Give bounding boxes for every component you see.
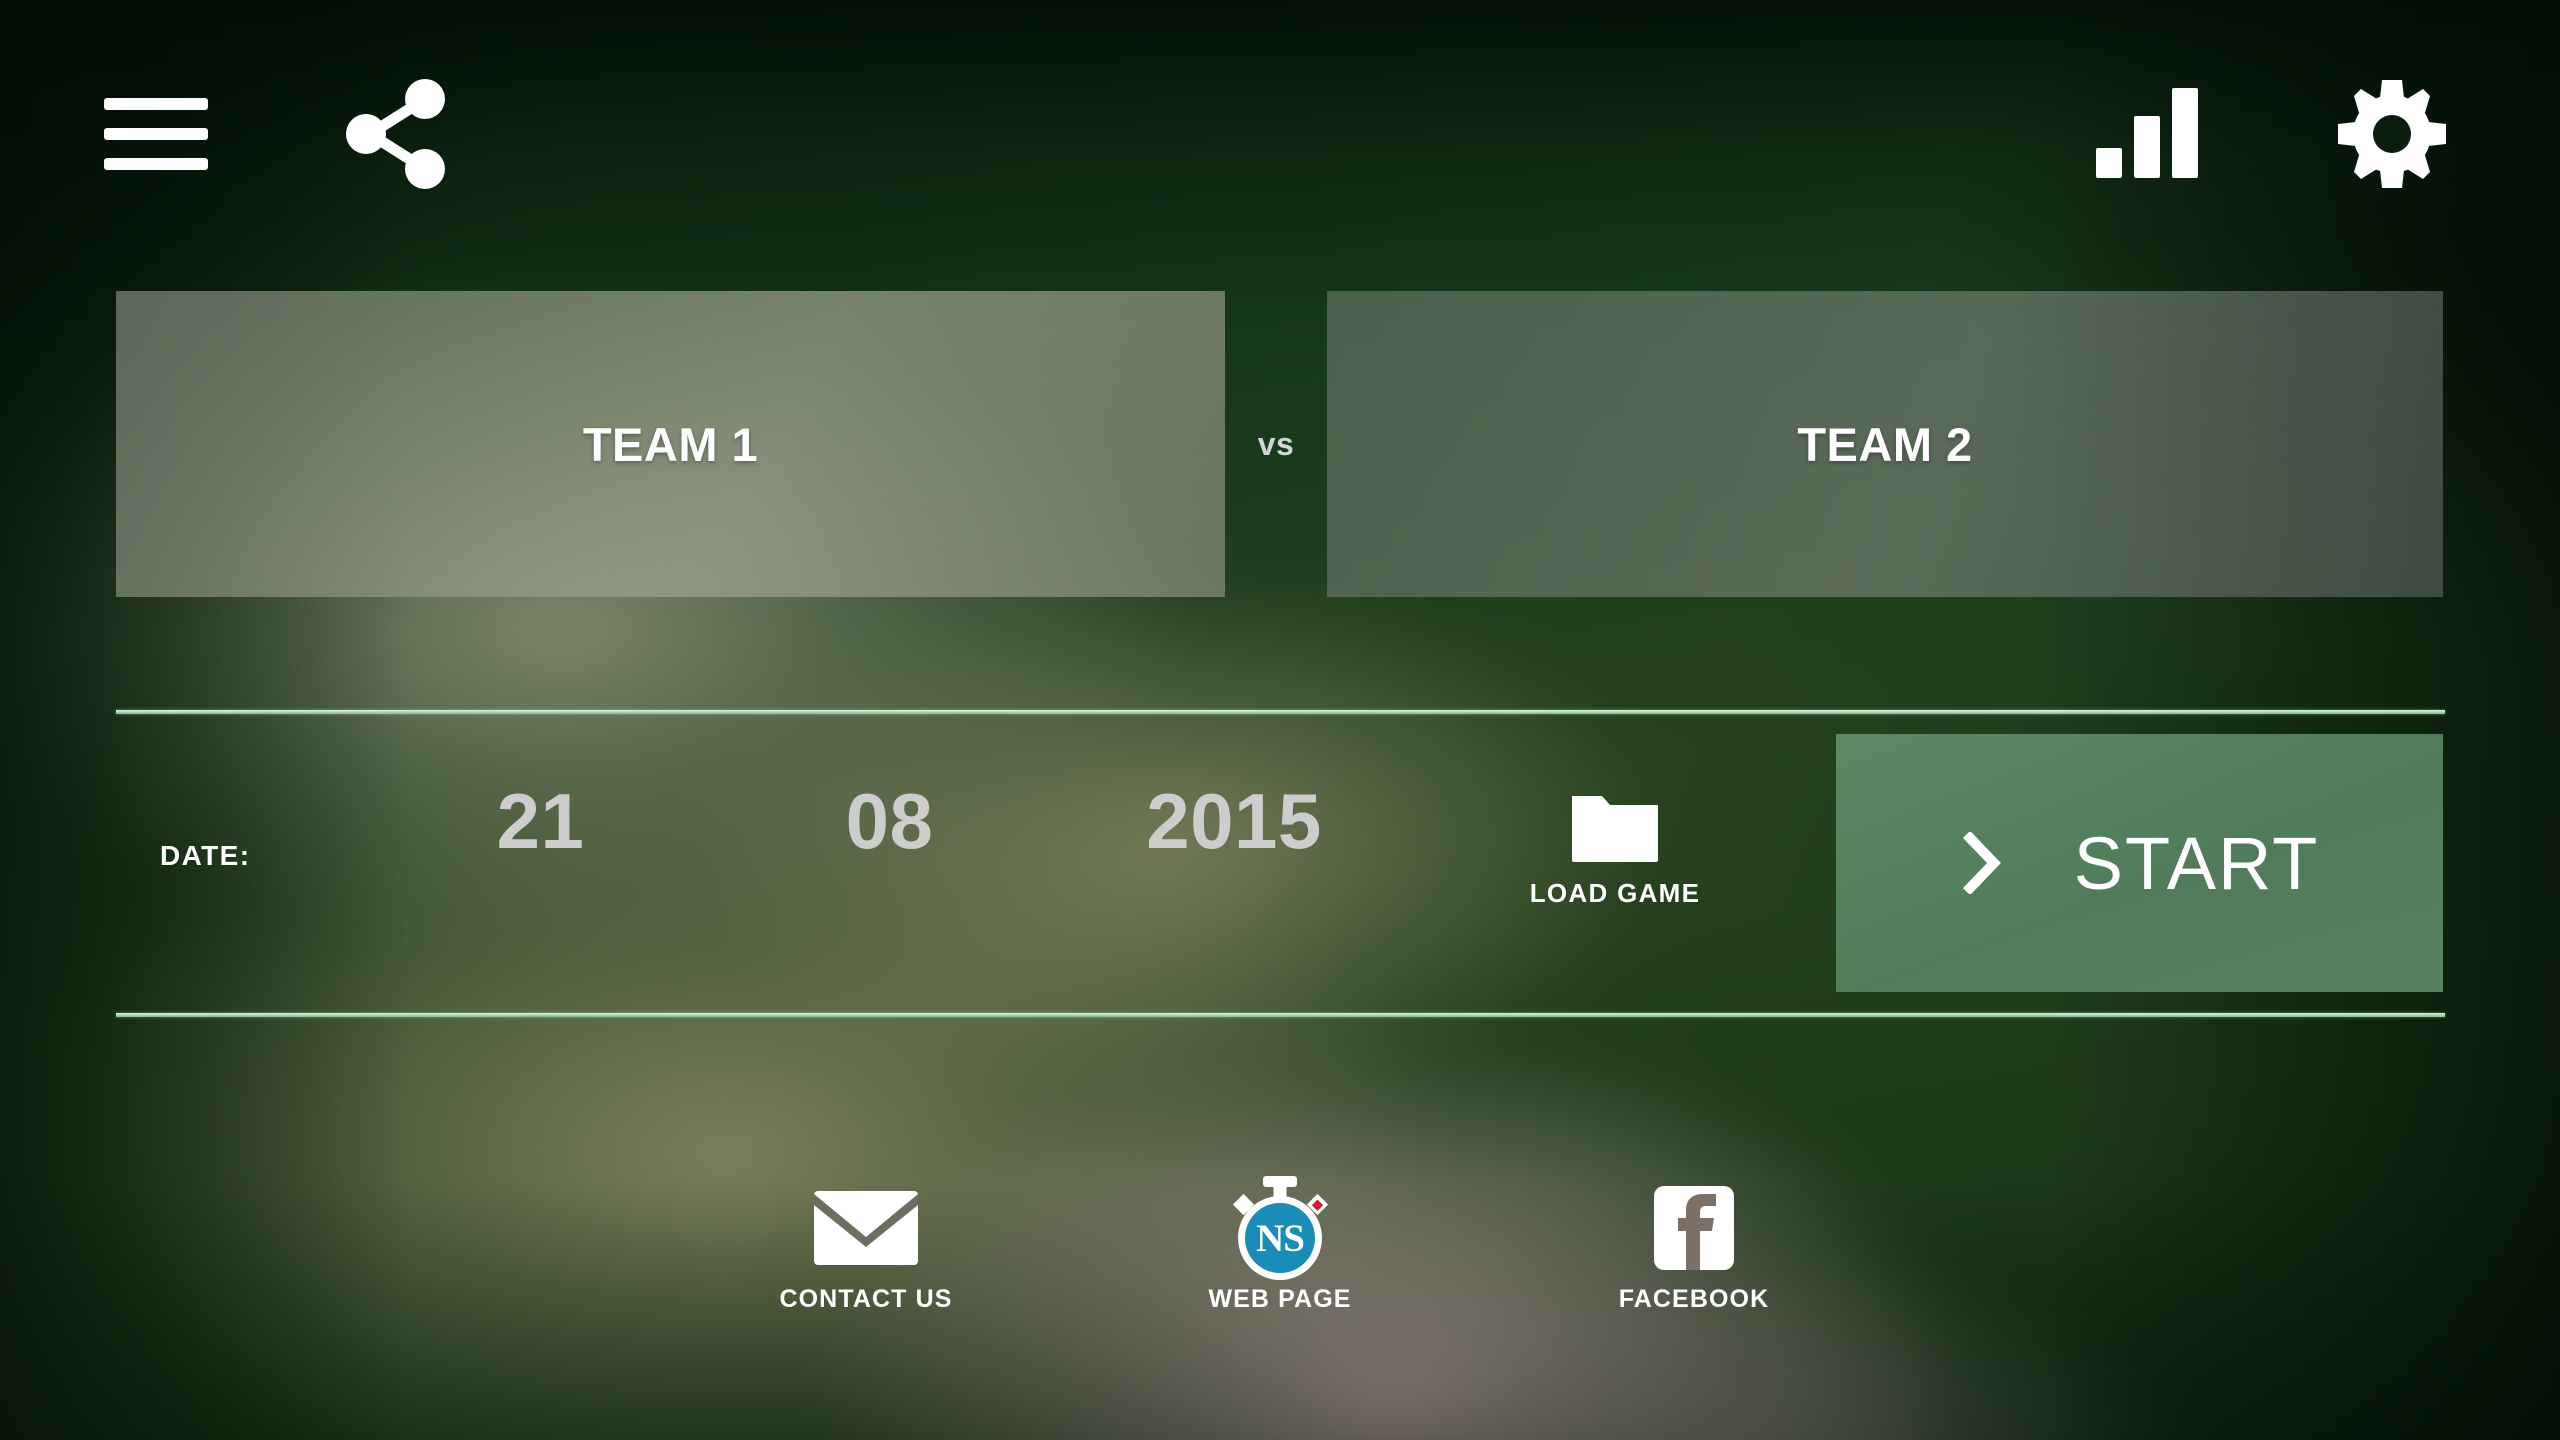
- folder-icon: [1570, 788, 1660, 864]
- footer-links: CONTACT US NS WEB PAGE FACEBOOK: [0, 1176, 2560, 1385]
- game-setup-row: DATE: 21 08 2015 LOAD GAME START: [0, 714, 2560, 1012]
- date-label: DATE:: [160, 840, 251, 871]
- web-page-label: WEB PAGE: [1208, 1285, 1352, 1313]
- facebook-link[interactable]: FACEBOOK: [1594, 1185, 1794, 1314]
- menu-icon-bar: [104, 98, 208, 110]
- versus-label: vs: [1257, 425, 1295, 462]
- team-1-label: TEAM 1: [582, 417, 759, 471]
- share-icon[interactable]: [340, 78, 448, 190]
- menu-icon-bar: [104, 158, 208, 170]
- date-day-stepper[interactable]: 21: [463, 776, 618, 867]
- divider-bottom: [116, 1013, 2445, 1017]
- date-month-stepper[interactable]: 08: [812, 776, 967, 867]
- facebook-label: FACEBOOK: [1618, 1285, 1770, 1313]
- load-game-label: LOAD GAME: [1529, 878, 1701, 908]
- contact-us-label: CONTACT US: [779, 1285, 953, 1313]
- web-page-link[interactable]: NS WEB PAGE: [1180, 1176, 1380, 1314]
- date-year-stepper[interactable]: 2015: [1114, 776, 1354, 867]
- teams-selector-row: TEAM 1 vs TEAM 2: [0, 291, 2560, 597]
- facebook-icon: [1654, 1185, 1734, 1271]
- start-button[interactable]: START: [1836, 734, 2443, 992]
- team-2-button[interactable]: TEAM 2: [1327, 291, 2443, 597]
- menu-icon[interactable]: [104, 98, 208, 170]
- settings-icon[interactable]: [2336, 78, 2448, 190]
- start-label: START: [2073, 821, 2320, 905]
- team-2-label: TEAM 2: [1797, 417, 1973, 471]
- contact-us-link[interactable]: CONTACT US: [766, 1185, 966, 1314]
- menu-icon-bar: [104, 128, 208, 140]
- logo-monogram: NS: [1256, 1216, 1305, 1260]
- load-game-button[interactable]: LOAD GAME: [1525, 788, 1705, 909]
- envelope-icon: [814, 1185, 918, 1271]
- team-1-button[interactable]: TEAM 1: [116, 291, 1225, 597]
- top-action-bar: [0, 0, 2560, 189]
- new-game-screen: TEAM 1 vs TEAM 2 DATE: 21 08 2015 LOAD G…: [0, 0, 2560, 1440]
- ns-stopwatch-logo-icon: NS: [1232, 1176, 1329, 1280]
- stats-icon[interactable]: [2094, 86, 2202, 178]
- chevron-right-icon: [1960, 830, 2004, 896]
- logo-disc: NS: [1245, 1203, 1315, 1273]
